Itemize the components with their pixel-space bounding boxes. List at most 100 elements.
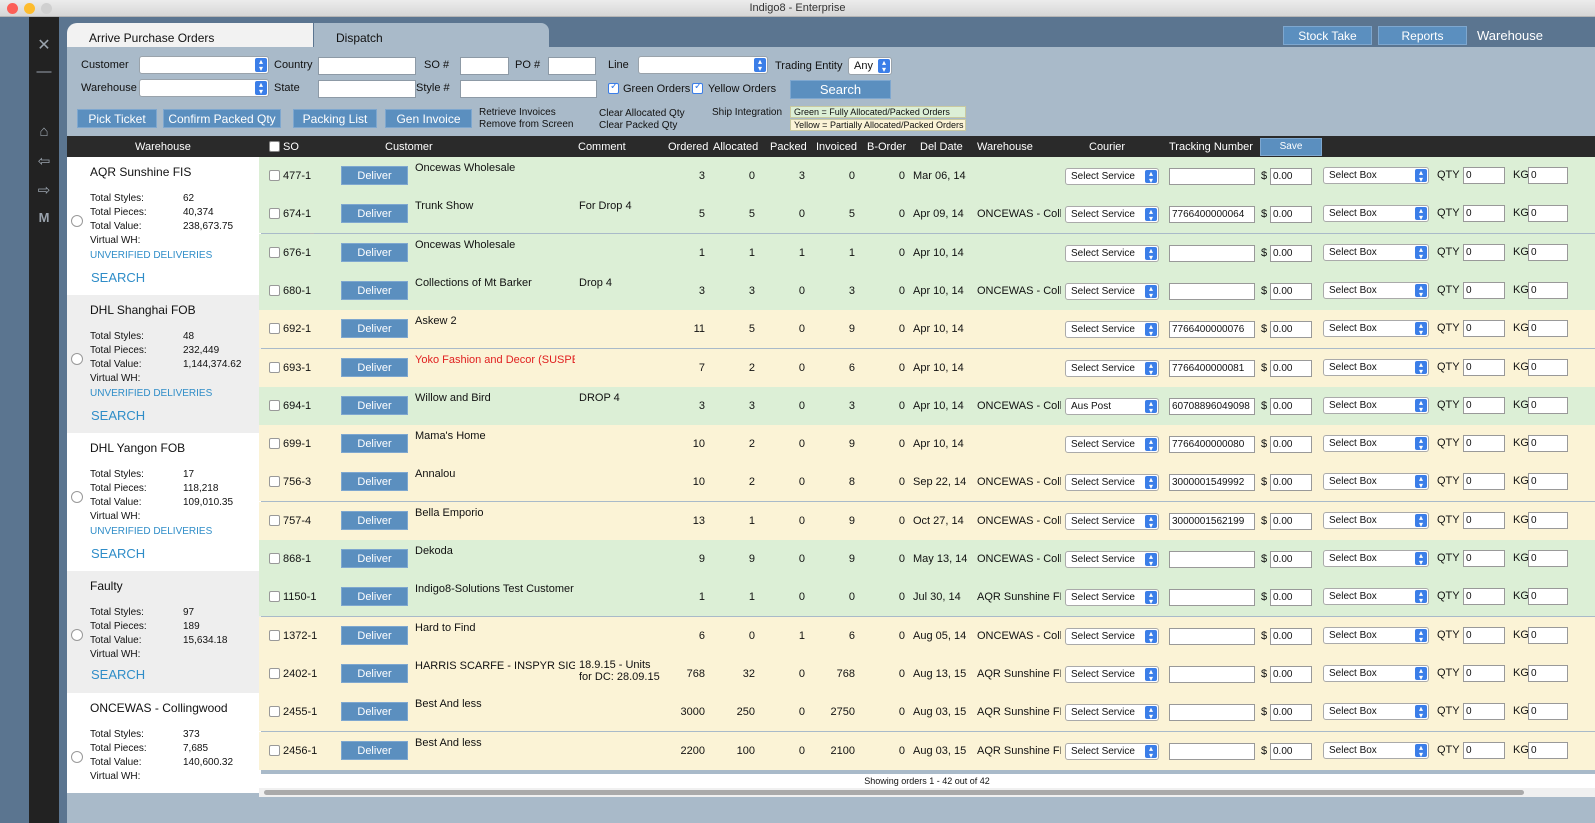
qty-input[interactable]: 0 (1463, 588, 1505, 606)
box-select[interactable]: Select Box ▴ ▾ (1323, 396, 1429, 414)
horizontal-scrollbar[interactable] (259, 788, 1595, 797)
warehouse-search-link[interactable]: SEARCH (91, 667, 145, 682)
pick-ticket-button[interactable]: Pick Ticket (77, 109, 157, 128)
tracking-number-input[interactable]: 3000001549992 (1169, 474, 1255, 492)
courier-select[interactable]: Aus Post ▴ ▾ (1065, 397, 1159, 415)
row-checkbox[interactable] (269, 476, 280, 488)
deliver-button[interactable]: Deliver (341, 280, 408, 300)
col-comment[interactable]: Comment (578, 141, 626, 153)
country-input[interactable] (318, 57, 416, 75)
unverified-deliveries-link[interactable]: UNVERIFIED DELIVERIES (90, 526, 212, 537)
warehouse-select[interactable]: ▴ ▾ (139, 79, 269, 97)
courier-select[interactable]: Select Service ▴ ▾ (1065, 436, 1159, 454)
save-button[interactable]: Save (1260, 138, 1322, 156)
qty-input[interactable]: 0 (1463, 396, 1505, 414)
row-checkbox[interactable] (269, 208, 280, 220)
courier-select[interactable]: Select Service ▴ ▾ (1065, 704, 1159, 722)
qty-input[interactable]: 0 (1463, 664, 1505, 682)
packing-list-button[interactable]: Packing List (293, 109, 377, 128)
reports-button[interactable]: Reports (1378, 26, 1467, 45)
col-packed[interactable]: Packed (770, 141, 807, 153)
warehouse-card[interactable]: DHL Shanghai FOB Total Styles: 48 Total Pie… (67, 295, 261, 433)
gen-invoice-button[interactable]: Gen Invoice (385, 109, 472, 128)
courier-select[interactable]: Select Service ▴ ▾ (1065, 282, 1159, 300)
row-checkbox[interactable] (269, 629, 280, 641)
select-all-checkbox[interactable] (269, 141, 280, 152)
box-select[interactable]: Select Box ▴ ▾ (1323, 588, 1429, 606)
courier-select[interactable]: Select Service ▴ ▾ (1065, 321, 1159, 339)
row-checkbox[interactable] (269, 399, 280, 411)
deliver-button[interactable]: Deliver (341, 587, 408, 607)
close-window-button[interactable] (7, 3, 18, 14)
cost-input[interactable]: 0.00 (1270, 589, 1312, 607)
qty-input[interactable]: 0 (1463, 320, 1505, 338)
tracking-number-input[interactable] (1169, 742, 1255, 760)
clear-packed-link[interactable]: Clear Packed Qty (599, 120, 677, 131)
box-select[interactable]: Select Box ▴ ▾ (1323, 243, 1429, 261)
stock-take-button[interactable]: Stock Take (1283, 26, 1372, 45)
warehouse-card[interactable]: DHL Yangon FOB Total Styles: 17 Total Piece… (67, 433, 261, 571)
deliver-button[interactable]: Deliver (341, 166, 408, 185)
deliver-button[interactable]: Deliver (341, 204, 408, 224)
courier-select[interactable]: Select Service ▴ ▾ (1065, 551, 1159, 568)
menu-m-icon[interactable]: M (29, 210, 59, 225)
col-customer[interactable]: Customer (385, 141, 433, 153)
box-select[interactable]: Select Box ▴ ▾ (1323, 550, 1429, 567)
tracking-number-input[interactable] (1169, 244, 1255, 262)
warehouse-radio[interactable] (71, 629, 83, 641)
tracking-number-input[interactable]: 3000001562199 (1169, 512, 1255, 530)
cost-input[interactable]: 0.00 (1270, 551, 1312, 568)
courier-select[interactable]: Select Service ▴ ▾ (1065, 665, 1159, 683)
tracking-number-input[interactable]: 7766400000080 (1169, 436, 1255, 454)
warehouse-search-link[interactable]: SEARCH (91, 408, 145, 423)
row-checkbox[interactable] (269, 553, 280, 564)
box-select[interactable]: Select Box ▴ ▾ (1323, 205, 1429, 223)
kg-input[interactable]: 0 (1528, 741, 1568, 759)
deliver-button[interactable]: Deliver (341, 319, 408, 339)
line-select[interactable]: ▴ ▾ (638, 56, 768, 74)
kg-input[interactable]: 0 (1528, 473, 1568, 491)
col-ordered[interactable]: Ordered (668, 141, 708, 153)
kg-input[interactable]: 0 (1528, 320, 1568, 338)
green-orders-checkbox[interactable] (608, 81, 619, 94)
row-checkbox[interactable] (269, 438, 280, 450)
warehouse-search-link[interactable]: SEARCH (91, 791, 145, 793)
courier-select[interactable]: Select Service ▴ ▾ (1065, 168, 1159, 185)
kg-input[interactable]: 0 (1528, 703, 1568, 721)
kg-input[interactable]: 0 (1528, 281, 1568, 299)
search-button[interactable]: Search (790, 80, 891, 99)
cost-input[interactable]: 0.00 (1270, 244, 1312, 262)
col-invoiced[interactable]: Invoiced (816, 141, 857, 153)
unverified-deliveries-link[interactable]: UNVERIFIED DELIVERIES (90, 250, 212, 261)
warehouse-card[interactable]: AQR Sunshine FIS Total Styles: 62 Total Pie… (67, 157, 261, 295)
row-checkbox[interactable] (269, 246, 280, 258)
row-checkbox[interactable] (269, 591, 280, 603)
close-icon[interactable]: ✕ (29, 35, 59, 55)
qty-input[interactable]: 0 (1463, 511, 1505, 529)
so-input[interactable] (460, 57, 509, 75)
deliver-button[interactable]: Deliver (341, 663, 408, 683)
box-select[interactable]: Select Box ▴ ▾ (1323, 741, 1429, 759)
box-select[interactable]: Select Box ▴ ▾ (1323, 435, 1429, 453)
cost-input[interactable]: 0.00 (1270, 206, 1312, 224)
kg-input[interactable]: 0 (1528, 435, 1568, 453)
cost-input[interactable]: 0.00 (1270, 397, 1312, 415)
courier-select[interactable]: Select Service ▴ ▾ (1065, 742, 1159, 760)
kg-input[interactable]: 0 (1528, 664, 1568, 682)
tracking-number-input[interactable] (1169, 589, 1255, 607)
kg-input[interactable]: 0 (1528, 243, 1568, 261)
minimize-window-button[interactable] (24, 3, 35, 14)
kg-input[interactable]: 0 (1528, 588, 1568, 606)
deliver-button[interactable]: Deliver (341, 357, 408, 377)
courier-select[interactable]: Select Service ▴ ▾ (1065, 627, 1159, 645)
tracking-number-input[interactable]: 7766400000081 (1169, 359, 1255, 377)
deliver-button[interactable]: Deliver (341, 510, 408, 530)
back-arrow-icon[interactable]: ⇦ (29, 152, 59, 170)
col-so[interactable]: SO (283, 141, 299, 153)
courier-select[interactable]: Select Service ▴ ▾ (1065, 512, 1159, 530)
col-border[interactable]: B-Order (867, 141, 906, 153)
qty-input[interactable]: 0 (1463, 703, 1505, 721)
cost-input[interactable]: 0.00 (1270, 436, 1312, 454)
row-checkbox[interactable] (269, 744, 280, 756)
row-checkbox[interactable] (269, 514, 280, 526)
